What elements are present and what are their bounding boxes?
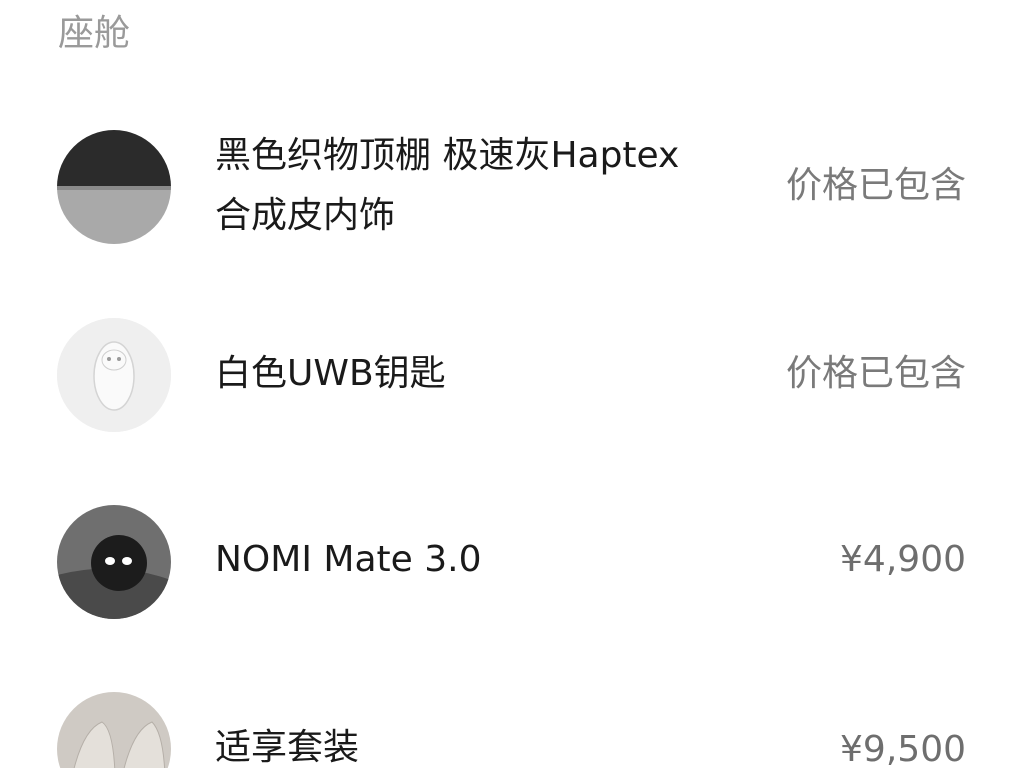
option-name: 黑色织物顶棚 极速灰Haptex 合成皮内饰 xyxy=(215,126,735,246)
option-price: ¥9,500 xyxy=(840,729,966,768)
interior-material-swatch-icon xyxy=(57,130,171,244)
option-item-uwb-key[interactable]: 白色UWB钥匙 价格已包含 xyxy=(0,300,1024,450)
option-name: 适享套装 xyxy=(215,727,360,768)
option-name-line1: 黑色织物顶棚 极速灰Haptex xyxy=(215,135,680,176)
option-name: 白色UWB钥匙 xyxy=(215,353,446,394)
uwb-key-fob-icon xyxy=(57,318,171,432)
option-price: 价格已包含 xyxy=(785,165,966,206)
nomi-robot-icon xyxy=(57,505,171,619)
seat-package-icon xyxy=(57,692,171,768)
option-price: 价格已包含 xyxy=(785,353,966,394)
option-name: NOMI Mate 3.0 xyxy=(215,539,482,580)
option-item-nomi[interactable]: NOMI Mate 3.0 ¥4,900 xyxy=(0,490,1024,640)
cabin-options-page: 座舱 黑色织物顶棚 极速灰Haptex 合成皮内饰 价格已包含 白色UWB钥匙 … xyxy=(0,0,1024,768)
option-name-line2: 合成皮内饰 xyxy=(215,195,396,236)
option-price: ¥4,900 xyxy=(840,539,966,580)
option-item-interior[interactable]: 黑色织物顶棚 极速灰Haptex 合成皮内饰 价格已包含 xyxy=(0,0,1024,290)
option-item-seat-package[interactable]: 适享套装 ¥9,500 xyxy=(0,680,1024,768)
